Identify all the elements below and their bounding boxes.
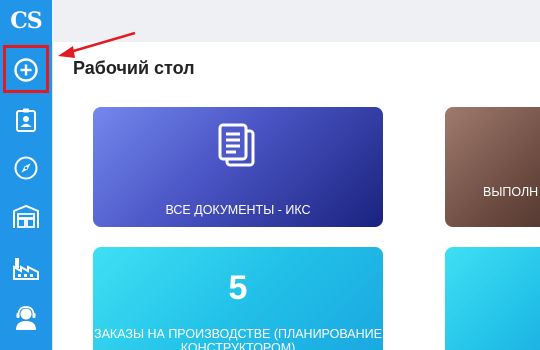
- top-bar: [52, 0, 540, 42]
- tile-label: ЗАКАЗЫ НА ПРОИЗВОДСТВЕ (ПЛАНИРОВАНИЕ КОН…: [94, 327, 382, 350]
- contact-badge-icon: [14, 107, 38, 133]
- tile-production-orders[interactable]: 5 ЗАКАЗЫ НА ПРОИЗВОДСТВЕ (ПЛАНИРОВАНИЕ К…: [93, 247, 383, 350]
- sidebar-support-button[interactable]: [0, 293, 52, 343]
- tile-partial[interactable]: [445, 247, 540, 350]
- support-agent-icon: [13, 305, 39, 331]
- sidebar: CS: [0, 0, 52, 350]
- warehouse-icon: [12, 204, 40, 230]
- sidebar-production-button[interactable]: [0, 243, 52, 293]
- documents-icon: [215, 123, 259, 176]
- app-logo[interactable]: CS: [0, 0, 52, 42]
- highlight-box: [3, 45, 49, 93]
- sidebar-contacts-button[interactable]: [0, 95, 52, 145]
- tile-label: ВСЕ ДОКУМЕНТЫ - ИКС: [165, 203, 311, 217]
- main-content: Рабочий стол ВСЕ ДОКУМЕНТЫ - ИКС ВЫПОЛН …: [52, 42, 540, 350]
- tile-count: 5: [228, 269, 248, 307]
- tile-executed[interactable]: ВЫПОЛН: [445, 107, 540, 227]
- tile-label: ВЫПОЛН: [483, 185, 539, 199]
- tile-all-documents[interactable]: ВСЕ ДОКУМЕНТЫ - ИКС: [93, 107, 383, 227]
- sidebar-navigation-button[interactable]: [0, 143, 52, 193]
- sidebar-warehouse-button[interactable]: [0, 192, 52, 242]
- page-title: Рабочий стол: [73, 58, 195, 78]
- compass-icon: [13, 155, 39, 181]
- factory-icon: [12, 255, 40, 281]
